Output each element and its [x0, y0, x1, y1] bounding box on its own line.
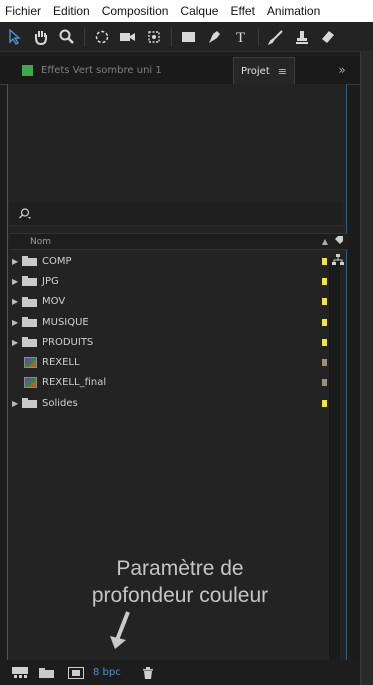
flowchart-icon[interactable] — [332, 254, 344, 266]
menu-calque[interactable]: Calque — [174, 4, 224, 18]
item-name: PRODUITS — [42, 336, 94, 348]
svg-text:T: T — [236, 30, 245, 45]
tab-project-label: Projet — [241, 65, 270, 77]
camera-orbit-icon[interactable] — [117, 26, 139, 48]
label-color-swatch[interactable] — [322, 257, 327, 265]
toolbar-divider — [171, 27, 172, 46]
clone-stamp-icon[interactable] — [291, 26, 313, 48]
menu-fichier[interactable]: Fichier — [0, 4, 47, 18]
annotation-line-2: profondeur couleur — [91, 584, 269, 607]
label-color-swatch[interactable] — [322, 277, 327, 285]
selection-arrow-icon[interactable] — [4, 26, 26, 48]
folder-icon — [22, 276, 37, 287]
layer-color-swatch — [22, 64, 33, 76]
label-color-swatch[interactable] — [322, 298, 327, 306]
item-name: REXELL — [42, 357, 80, 369]
item-name: MOV — [42, 296, 66, 308]
label-color-swatch[interactable] — [322, 318, 327, 326]
text-icon[interactable]: T — [230, 26, 252, 48]
item-name: JPG — [42, 275, 59, 287]
brush-icon[interactable] — [265, 26, 287, 48]
panel-menu-icon[interactable]: ≡ — [278, 65, 287, 78]
expand-arrow-icon[interactable]: ▶ — [12, 297, 22, 306]
list-item[interactable]: ▶ PRODUITS — [10, 332, 348, 352]
expand-arrow-icon[interactable]: ▶ — [12, 338, 22, 347]
annotation-line-1: Paramètre de — [116, 557, 244, 580]
menu-bar: Fichier Edition Composition Calque Effet… — [0, 0, 373, 22]
toolbar-divider — [84, 27, 85, 46]
menu-composition[interactable]: Composition — [96, 4, 175, 18]
pan-behind-icon[interactable] — [143, 26, 165, 48]
item-name: REXELL_final — [42, 377, 107, 389]
composition-icon — [24, 377, 37, 389]
label-color-swatch[interactable] — [322, 338, 327, 346]
folder-icon — [22, 296, 37, 307]
list-item[interactable]: ▶ MOV — [10, 292, 348, 312]
project-footer-bar: 8 bpc — [0, 660, 360, 685]
folder-icon — [22, 256, 37, 267]
folder-icon — [22, 398, 37, 409]
trash-icon[interactable] — [142, 666, 154, 679]
new-folder-icon[interactable] — [39, 667, 54, 678]
menu-animation[interactable]: Animation — [261, 4, 326, 18]
item-name: COMP — [42, 255, 72, 267]
rotate-icon[interactable] — [91, 26, 113, 48]
search-icon — [19, 207, 31, 219]
tab-effects-label: Effets Vert sombre uni 1 — [41, 64, 162, 76]
list-item[interactable]: ▶ Solides — [10, 393, 348, 413]
project-items-list: ▶ COMP ▶ JPG ▶ MOV ▶ MUSIQUE ▶ PRODUITS … — [10, 251, 348, 413]
annotation-arrow — [110, 611, 130, 649]
menu-edition[interactable]: Edition — [47, 4, 96, 18]
expand-arrow-icon[interactable]: ▶ — [12, 399, 22, 408]
label-column-icon[interactable] — [334, 235, 348, 248]
zoom-icon[interactable] — [56, 26, 78, 48]
interpret-footage-icon[interactable] — [12, 666, 30, 679]
eraser-icon[interactable] — [317, 26, 339, 48]
adjacent-panel-edge — [360, 52, 373, 685]
new-composition-icon[interactable] — [68, 666, 84, 679]
label-color-swatch[interactable] — [322, 399, 327, 407]
expand-arrow-icon[interactable]: ▶ — [12, 257, 22, 266]
label-color-swatch[interactable] — [322, 379, 327, 387]
item-name: MUSIQUE — [42, 316, 89, 328]
menu-effet[interactable]: Effet — [224, 4, 260, 18]
label-color-swatch[interactable] — [322, 359, 327, 367]
item-name: Solides — [42, 397, 78, 409]
project-search-field[interactable] — [10, 202, 342, 226]
pen-icon[interactable] — [204, 26, 226, 48]
tab-effects-controls[interactable]: Effets Vert sombre uni 1 — [22, 56, 162, 84]
tools-toolbar: T — [0, 22, 373, 52]
column-name-header[interactable]: Nom — [10, 237, 322, 247]
folder-icon — [22, 317, 37, 328]
hand-icon[interactable] — [30, 26, 52, 48]
list-item[interactable]: ▶ COMP — [10, 251, 348, 271]
expand-arrow-icon[interactable]: ▶ — [12, 318, 22, 327]
expand-arrow-icon[interactable]: ▶ — [12, 277, 22, 286]
panel-tabs: Effets Vert sombre uni 1 Projet ≡ » — [0, 56, 360, 85]
rectangle-icon[interactable] — [178, 26, 200, 48]
bit-depth-button[interactable]: 8 bpc — [93, 667, 121, 678]
toolbar-divider — [258, 27, 259, 46]
list-item[interactable]: REXELL — [10, 352, 348, 372]
list-item[interactable]: REXELL_final — [10, 373, 348, 393]
list-item[interactable]: ▶ MUSIQUE — [10, 312, 348, 332]
project-column-header: Nom ▲ — [10, 233, 348, 250]
sort-ascending-icon[interactable]: ▲ — [322, 237, 328, 246]
tab-project[interactable]: Projet ≡ — [233, 57, 295, 84]
composition-icon — [24, 357, 37, 369]
folder-icon — [22, 337, 37, 348]
tab-overflow-button[interactable]: » — [332, 56, 352, 84]
list-item[interactable]: ▶ JPG — [10, 271, 348, 291]
